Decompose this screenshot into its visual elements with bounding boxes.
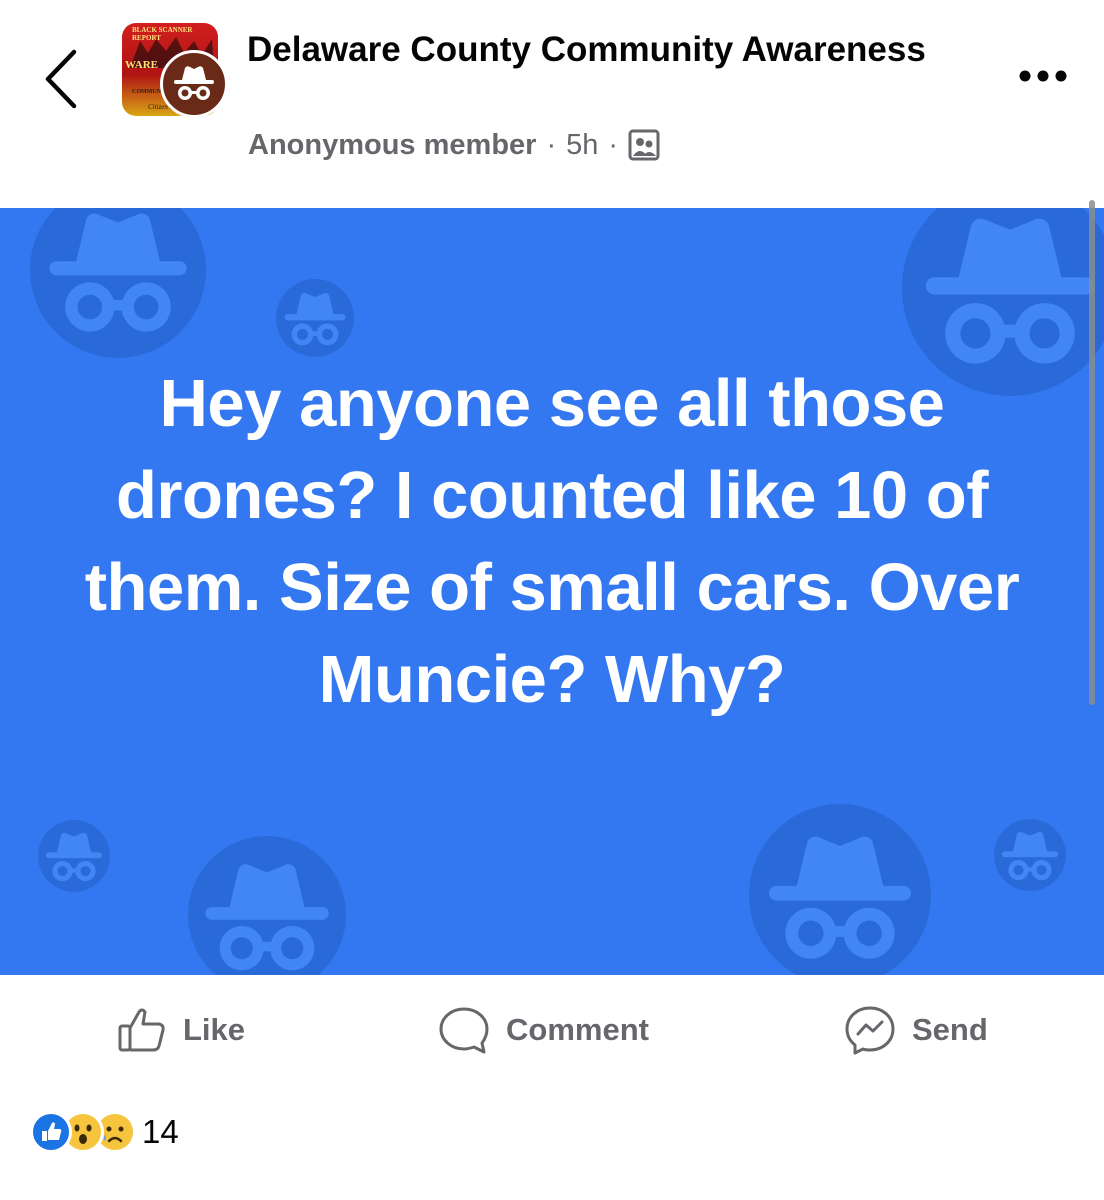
like-label: Like [183,1012,246,1047]
post-background: Hey anyone see all those drones? I count… [0,208,1104,975]
send-label: Send [912,1012,988,1047]
post-text: Hey anyone see all those drones? I count… [84,366,1020,717]
incognito-icon [174,66,214,100]
chevron-left-icon [45,49,77,109]
post-actions: Like Comment Send [0,975,1104,1085]
comment-bubble-icon [439,1007,489,1054]
avatar-ware-text: WARE [125,59,159,71]
meta-separator: · [546,128,557,161]
more-options-button[interactable] [1016,66,1070,86]
reactions-summary[interactable]: 14 [30,1108,179,1156]
messenger-icon [845,1006,895,1055]
post-meta: Anonymous member · 5h · [248,125,660,165]
like-button[interactable]: Like [117,1005,245,1055]
post-header: BLACK SCANNER REPORT WARE COMMUNITY Citi… [0,0,1104,208]
scrollbar[interactable] [1089,200,1095,705]
group-name[interactable]: Delaware County Community Awareness [247,24,947,75]
thumbs-up-icon [118,1008,165,1052]
meta-separator-2: · [608,128,619,161]
send-button[interactable]: Send [844,1005,988,1055]
author-name[interactable]: Anonymous member [248,129,536,162]
anonymous-avatar[interactable] [160,50,228,118]
group-audience-icon [628,129,660,161]
comment-button[interactable]: Comment [438,1005,649,1055]
back-button[interactable] [38,44,88,114]
like-reaction-icon [30,1111,72,1153]
comment-label: Comment [506,1012,649,1047]
more-dots-icon [1019,70,1067,82]
reaction-count: 14 [142,1113,179,1150]
post-time[interactable]: 5h [566,129,598,162]
